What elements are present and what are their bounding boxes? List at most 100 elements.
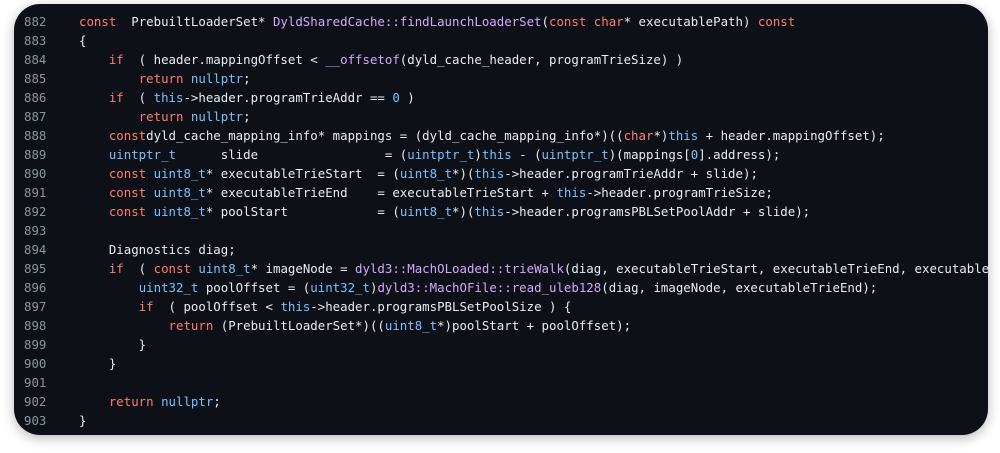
code-token: ->header.programsPBLSetPoolSize ) { xyxy=(310,299,572,314)
code-token: uintptr_t xyxy=(407,147,475,162)
line-number: 902 xyxy=(24,394,47,409)
code-token: *)poolStart + poolOffset); xyxy=(437,318,632,333)
line-source: return nullptr; xyxy=(79,392,221,411)
code-token: (PrebuiltLoaderSet*)(( xyxy=(213,318,385,333)
code-token: { xyxy=(79,33,87,48)
code-token: } xyxy=(79,413,87,428)
code-token: const xyxy=(108,185,147,200)
code-token: char xyxy=(623,128,654,143)
code-token: * executablePath) xyxy=(623,14,758,29)
code-line: 894 Diagnostics diag; xyxy=(14,240,988,259)
code-token: ->header.programsPBLSetPoolAddr + slide)… xyxy=(504,204,811,219)
code-token: this xyxy=(481,147,512,162)
line-source: return (PrebuiltLoaderSet*)((uint8_t*)po… xyxy=(79,316,632,335)
line-number: 898 xyxy=(24,318,47,333)
code-token: this xyxy=(280,299,311,314)
code-line: 900 } xyxy=(14,354,988,373)
code-token: dyld3::MachOFile::read_uleb128 xyxy=(377,280,602,295)
code-token: dyld_cache_mapping_info* mappings = (dyl… xyxy=(146,128,624,143)
code-token: *)( xyxy=(452,166,475,181)
code-token: if xyxy=(108,261,124,276)
code-token: this xyxy=(474,166,505,181)
line-number: 883 xyxy=(24,33,47,48)
code-token: ; xyxy=(213,394,221,409)
line-source: return nullptr; xyxy=(79,107,251,126)
code-token: *)( xyxy=(452,204,475,219)
code-token: ( header.mappingOffset < xyxy=(123,52,326,67)
code-token: __offsetof xyxy=(325,52,400,67)
line-number: 900 xyxy=(24,356,47,371)
code-token: ( xyxy=(123,90,154,105)
code-line: 888 constdyld_cache_mapping_info* mappin… xyxy=(14,126,988,145)
code-token: (diag, executableTrieStart, executableTr… xyxy=(563,261,988,276)
line-number: 895 xyxy=(24,261,47,276)
code-token: const xyxy=(108,128,147,143)
code-token: ->header.programTrieAddr + slide); xyxy=(504,166,758,181)
code-token: } xyxy=(79,356,117,371)
line-number: 890 xyxy=(24,166,47,181)
code-token: uint8_t xyxy=(399,166,453,181)
line-source: constdyld_cache_mapping_info* mappings =… xyxy=(79,126,885,145)
code-token: const xyxy=(549,14,587,29)
code-token: uint8_t xyxy=(190,261,251,276)
code-token: + header.mappingOffset); xyxy=(698,128,885,143)
line-source: const uint8_t* poolStart = (uint8_t*)(th… xyxy=(79,202,810,221)
code-token: uintptr_t xyxy=(541,147,609,162)
code-token: this xyxy=(556,185,587,200)
code-line: 885 return nullptr; xyxy=(14,69,988,88)
code-line: 903} xyxy=(14,411,988,430)
line-number: 893 xyxy=(24,223,47,238)
code-token: return xyxy=(168,318,214,333)
code-line: 895 if ( const uint8_t* imageNode = dyld… xyxy=(14,259,988,278)
code-token: poolOffset = ( xyxy=(198,280,311,295)
code-token: const xyxy=(79,14,117,29)
code-token: ->header.programTrieAddr == xyxy=(183,90,393,105)
line-number: 903 xyxy=(24,413,47,428)
line-source: const uint8_t* executableTrieEnd = execu… xyxy=(79,183,773,202)
code-token: ; xyxy=(243,109,251,124)
code-token: - ( xyxy=(511,147,542,162)
code-line: 884 if ( header.mappingOffset < __offset… xyxy=(14,50,988,69)
code-token: dyld3::MachOLoaded::trieWalk xyxy=(355,261,564,276)
code-token: uint8_t xyxy=(146,185,206,200)
code-token: * imageNode = xyxy=(250,261,356,276)
line-source: const PrebuiltLoaderSet* DyldSharedCache… xyxy=(79,12,795,31)
line-number: 885 xyxy=(24,71,47,86)
code-line: 886 if ( this->header.programTrieAddr ==… xyxy=(14,88,988,107)
line-number: 882 xyxy=(24,14,47,29)
line-source: const uint8_t* executableTrieStart = (ui… xyxy=(79,164,758,183)
code-token: this xyxy=(474,204,505,219)
code-token: uintptr_t xyxy=(108,147,176,162)
code-token: uint8_t xyxy=(384,318,438,333)
line-source: Diagnostics diag; xyxy=(79,240,236,259)
code-token: if xyxy=(108,52,124,67)
line-number: 889 xyxy=(24,147,47,162)
code-viewer-window: 882 const PrebuiltLoaderSet* DyldSharedCa… xyxy=(14,4,988,435)
code-line: 901 xyxy=(14,373,988,392)
code-line: 890 const uint8_t* executableTrieStart =… xyxy=(14,164,988,183)
code-line: 887 return nullptr; xyxy=(14,107,988,126)
code-token: ) xyxy=(399,90,415,105)
code-token: uint32_t xyxy=(138,280,199,295)
code-token: uint8_t xyxy=(146,204,206,219)
code-token: *) xyxy=(653,128,669,143)
code-token: ].address); xyxy=(698,147,781,162)
line-number: 892 xyxy=(24,204,47,219)
code-line: 889 uintptr_t slide = (uintptr_t)this - … xyxy=(14,145,988,164)
code-token: 0 xyxy=(392,90,400,105)
line-number: 897 xyxy=(24,299,47,314)
code-token: this xyxy=(668,128,699,143)
code-token: uint32_t xyxy=(310,280,370,295)
line-source: uintptr_t slide = (uintptr_t)this - (uin… xyxy=(79,145,780,164)
code-token: ( xyxy=(123,261,154,276)
line-source: if ( poolOffset < this->header.programsP… xyxy=(79,297,572,316)
code-token: PrebuiltLoaderSet* xyxy=(116,14,273,29)
